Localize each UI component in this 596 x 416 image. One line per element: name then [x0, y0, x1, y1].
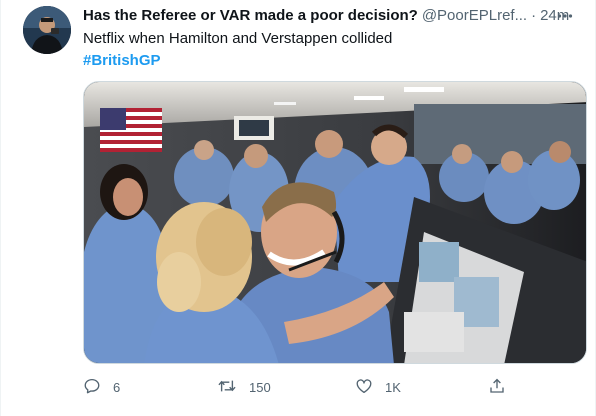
reply-action[interactable]: 6 — [83, 377, 120, 397]
separator-dot: · — [531, 7, 537, 24]
tweet-actions: 6 150 1K — [83, 377, 513, 397]
tweet-media[interactable] — [83, 81, 587, 364]
like-action[interactable]: 1K — [355, 377, 401, 397]
retweet-action[interactable]: 150 — [217, 377, 271, 397]
user-handle[interactable]: @PoorEPLref... — [422, 6, 527, 26]
share-action[interactable] — [488, 377, 506, 397]
retweet-icon[interactable] — [217, 377, 237, 398]
display-name[interactable]: Has the Referee or VAR made a poor decis… — [83, 6, 418, 26]
avatar[interactable] — [23, 6, 71, 54]
media-photo — [84, 82, 586, 363]
reply-icon[interactable] — [83, 377, 101, 398]
more-icon[interactable] — [555, 6, 575, 26]
hashtag-link[interactable]: #BritishGP — [83, 51, 589, 71]
like-count: 1K — [385, 379, 401, 395]
tweet-body: Has the Referee or VAR made a poor decis… — [83, 6, 589, 71]
tweet-card[interactable]: Has the Referee or VAR made a poor decis… — [0, 0, 596, 416]
tweet-header: Has the Referee or VAR made a poor decis… — [83, 6, 589, 26]
tweet-text: Netflix when Hamilton and Verstappen col… — [83, 30, 393, 47]
avatar-image — [23, 6, 71, 54]
retweet-count: 150 — [249, 379, 271, 395]
reply-count: 6 — [113, 379, 121, 395]
like-icon[interactable] — [355, 377, 373, 398]
share-icon[interactable] — [488, 377, 506, 398]
